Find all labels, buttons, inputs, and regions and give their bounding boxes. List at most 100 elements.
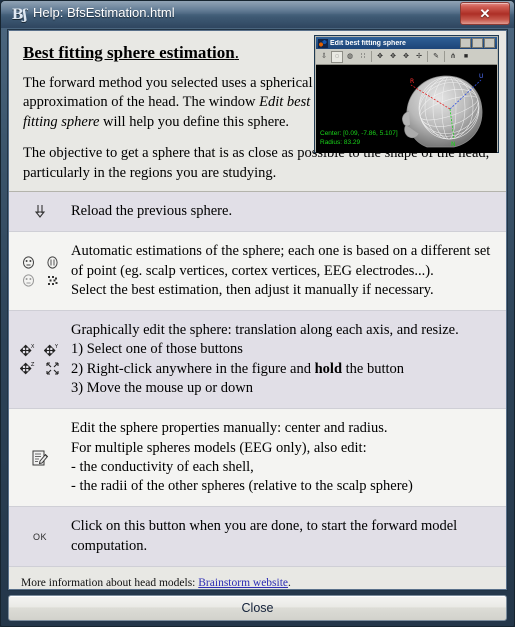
row-icon-group-manual-edit	[9, 444, 71, 472]
figure-screenshot: Edit best fitting sphere ⇩ ◌ ◍ ∷ ✥ ✥ ✥ ✢…	[314, 35, 499, 153]
move-x-icon: X	[20, 343, 36, 358]
help-content-panel: Best fitting sphere estimation. The forw…	[8, 30, 507, 590]
text-run: computation.	[71, 537, 148, 554]
sphere-electrodes-icon	[44, 273, 60, 288]
move-z-icon: Z	[20, 361, 36, 376]
row-line: Reload the previous sphere.	[71, 202, 496, 221]
window-title: Help: BfsEstimation.html	[33, 5, 175, 20]
help-document: Best fitting sphere estimation. The forw…	[9, 31, 506, 589]
figure-toolbar-separator-3	[444, 51, 445, 62]
text-run: Click on this button when you are done, …	[71, 518, 458, 535]
axis-label-u: U	[479, 73, 483, 80]
text-run: Edit the sphere properties manually: cen…	[71, 420, 388, 437]
figure-ok-icon: ⋔	[447, 50, 459, 63]
row-icon-group-auto-estimations	[9, 250, 71, 292]
row-description-manual-edit: Edit the sphere properties manually: cen…	[71, 409, 506, 506]
row-line: Graphically edit the sphere: translation…	[71, 321, 496, 340]
figure-sphere-cortex-icon: ◍	[344, 50, 356, 63]
figure-toolbar: ⇩ ◌ ◍ ∷ ✥ ✥ ✥ ✢ ✎ ⋔ ■	[316, 49, 497, 65]
minimize-icon	[460, 38, 471, 48]
figure-close-icon	[484, 38, 495, 48]
text-run: Automatic estimations of the sphere; eac…	[71, 243, 491, 260]
footer-note: More information about head models: Brai…	[9, 566, 506, 589]
help-row-ok-compute: OK Click on this button when you are done…	[9, 507, 506, 567]
row-icon-group-graphical-edit: X Y Z	[9, 339, 71, 381]
button-bar: Close	[8, 595, 507, 621]
figure-toolbar-separator-1	[371, 51, 372, 62]
text-run: 2) Right-click anywhere in the figure an…	[71, 360, 315, 377]
figure-more-icon: ■	[460, 50, 472, 63]
help-row-auto-estimations: Automatic estimations of the sphere; eac…	[9, 232, 506, 312]
row-line: Edit the sphere properties manually: cen…	[71, 419, 496, 438]
sphere-cortex-icon	[20, 273, 36, 288]
row-line: computation.	[71, 537, 496, 556]
text-run: Graphically edit the sphere: translation…	[71, 322, 459, 339]
text-run: Reload the previous sphere.	[71, 203, 233, 219]
figure-edit-properties-icon: ✎	[430, 50, 442, 63]
close-button[interactable]: Close	[8, 595, 507, 621]
figure-move-y-icon: ✥	[387, 50, 399, 63]
row-line: Automatic estimations of the sphere; eac…	[71, 242, 496, 261]
row-line: 2) Right-click anywhere in the figure an…	[71, 360, 496, 379]
figure-overlay-text: Center: [0.09, -7.86, 5.107] Radius: 83.…	[320, 129, 398, 149]
text-run: the button	[342, 360, 405, 377]
text-run: 1) Select one of those buttons	[71, 341, 243, 358]
help-row-graphical-edit: X Y Z Graphically edit the sphere: translat…	[9, 311, 506, 410]
window-close-button[interactable]: ✕	[460, 2, 510, 25]
close-icon: ✕	[479, 5, 491, 21]
row-line: 3) Move the mouse up or down	[71, 379, 496, 398]
footer-note-prefix: More information about head models:	[21, 576, 199, 589]
row-line: Select the best estimation, then adjust …	[71, 281, 496, 300]
figure-window: Edit best fitting sphere ⇩ ◌ ◍ ∷ ✥ ✥ ✥ ✢…	[316, 37, 497, 153]
text-run: For multiple spheres models (EEG only), …	[71, 439, 367, 456]
figure-sphere-scalp-icon: ◌	[331, 50, 343, 63]
row-line: of point (eg. scalp vertices, cortex ver…	[71, 262, 496, 281]
row-icon-group-ok-compute: OK	[9, 528, 71, 546]
text-run: of point (eg. scalp vertices, cortex ver…	[71, 262, 434, 279]
row-description-auto-estimations: Automatic estimations of the sphere; eac…	[71, 232, 506, 310]
title-bar: Βʃ Help: BfsEstimation.html ✕	[1, 1, 514, 28]
ok-icon: OK	[32, 531, 47, 542]
row-line: - the conductivity of each shell,	[71, 458, 496, 477]
figure-rotate-icon: ⇩	[318, 50, 330, 63]
edit-document-icon	[29, 448, 51, 468]
icon-grid: X Y Z	[19, 343, 61, 377]
help-row-reload: Reload the previous sphere.	[9, 192, 506, 233]
axis-label-n: N	[451, 141, 456, 148]
figure-canvas: R U N Center: [0.09, -7.86, 5.107] Radiu…	[316, 65, 497, 153]
brainstorm-website-link[interactable]: Brainstorm website	[198, 577, 288, 589]
row-description-ok-compute: Click on this button when you are done, …	[71, 507, 506, 566]
footer-note-suffix: .	[288, 576, 291, 589]
sphere-head-icon	[44, 255, 60, 270]
row-line: Click on this button when you are done, …	[71, 517, 496, 536]
figure-sphere-electrodes-icon: ∷	[357, 50, 369, 63]
page-title-period: .	[234, 43, 239, 62]
brainstorm-logo-icon: Βʃ	[11, 7, 27, 23]
row-description-reload: Reload the previous sphere.	[71, 192, 506, 231]
text-run: 3) Move the mouse up or down	[71, 379, 254, 396]
help-rows: Reload the previous sphere. Automatic est…	[9, 191, 506, 567]
down-arrow-icon	[29, 202, 51, 222]
help-row-manual-edit: Edit the sphere properties manually: cen…	[9, 409, 506, 508]
figure-move-z-icon: ✥	[400, 50, 412, 63]
figure-title: Edit best fitting sphere	[330, 39, 406, 47]
intro-paragraph-1: The forward method you selected uses a s…	[23, 74, 323, 132]
intro-section: Best fitting sphere estimation. The forw…	[9, 31, 506, 191]
resize-icon	[44, 361, 60, 376]
svg-text:X: X	[31, 344, 35, 350]
figure-move-x-icon: ✥	[374, 50, 386, 63]
text-run: - the conductivity of each shell,	[71, 458, 254, 475]
figure-toolbar-separator-2	[427, 51, 428, 62]
page-title-text: Best fitting sphere estimation	[23, 43, 235, 62]
sphere-scalp-icon	[20, 255, 36, 270]
icon-grid	[19, 254, 61, 288]
help-window: Βʃ Help: BfsEstimation.html ✕ Best fitti…	[0, 0, 515, 627]
maximize-icon	[472, 38, 483, 48]
svg-text:Z: Z	[31, 362, 35, 368]
figure-window-buttons	[460, 38, 497, 48]
row-line: - the radii of the other spheres (relati…	[71, 477, 496, 496]
figure-radius-value: Radius: 83.29	[320, 139, 361, 147]
figure-title-bar: Edit best fitting sphere	[316, 37, 497, 49]
axis-label-r: R	[410, 78, 414, 85]
strong-text: hold	[314, 360, 343, 377]
